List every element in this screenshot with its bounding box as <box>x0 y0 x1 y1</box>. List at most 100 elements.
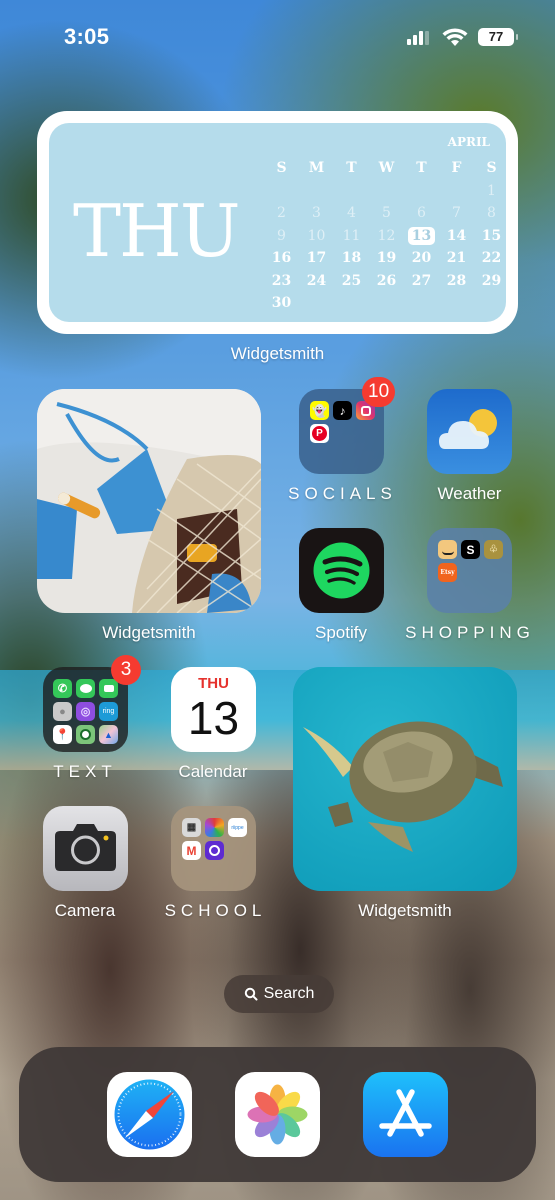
status-bar: 3:05 77 <box>0 0 555 70</box>
fingerprint-app-icon: ◎ <box>76 702 95 721</box>
calendar-widget[interactable]: THU APRIL S M T W T F S 1 2 3 4 5 6 7 8 9 10 11 12 13 14 15 16… <box>37 111 518 334</box>
calendar-weekday-header: W <box>378 160 395 176</box>
search-icon <box>244 987 258 1001</box>
spotify-icon <box>313 542 370 599</box>
safari-icon <box>114 1079 185 1150</box>
calendar-day: 29 <box>481 272 502 289</box>
calendar-day: 25 <box>341 272 362 289</box>
calendar-weekday-header: T <box>346 160 357 176</box>
calendar-empty-cell <box>299 180 334 203</box>
depop-icon: ♧ <box>484 540 503 559</box>
find-my-icon <box>76 725 95 744</box>
calendar-day: 9 <box>277 227 286 244</box>
app-camera-label: Camera <box>54 901 116 920</box>
calendar-day: 5 <box>382 205 391 221</box>
photo-widget-turtle[interactable] <box>293 667 517 891</box>
folder-text-label: TEXT <box>53 762 117 781</box>
dock-safari[interactable] <box>107 1072 192 1157</box>
snapchat-icon: 👻 <box>310 401 329 420</box>
folder-socials-label: SOCIALS <box>288 484 397 503</box>
calendar-day: 4 <box>347 205 356 221</box>
weather-icon <box>439 409 497 449</box>
search-button[interactable]: Search <box>224 975 334 1013</box>
calendar-day: 16 <box>271 250 292 266</box>
maps-icon: ▲ <box>99 725 118 744</box>
calendar-day: 28 <box>446 272 467 289</box>
calendar-day: 21 <box>446 250 467 266</box>
calendar-day: 27 <box>411 272 432 289</box>
calendar-day: 11 <box>342 227 361 244</box>
calendar-day: 17 <box>306 250 327 266</box>
app-spotify-label: Spotify <box>315 623 367 642</box>
calendar-weekday-header: T <box>416 160 427 176</box>
calendar-day: 8 <box>487 205 496 221</box>
tiktok-icon: ♪ <box>333 401 352 420</box>
app-weather[interactable] <box>427 389 512 474</box>
calendar-day: 26 <box>376 272 397 289</box>
calendar-empty-cell <box>439 180 474 203</box>
bikini-photo <box>37 389 261 613</box>
search-label: Search <box>263 985 315 1002</box>
dock-app-store[interactable] <box>363 1072 448 1157</box>
folder-school[interactable]: ▦ riippe M <box>171 806 256 891</box>
calendar-weekday-header: S <box>276 160 287 176</box>
calendar-app-day: THU <box>198 675 229 692</box>
calendar-today: 13 <box>404 225 439 248</box>
calendar-day: 19 <box>376 250 397 266</box>
folder-shopping-label: SHOPPING <box>405 623 535 642</box>
app-weather-label: Weather <box>437 484 502 503</box>
socials-badge: 10 <box>362 377 396 407</box>
calendar-day: 20 <box>411 250 432 266</box>
dock-photos[interactable] <box>235 1072 320 1157</box>
calendar-day: 24 <box>306 272 327 289</box>
photos-icon <box>247 1084 308 1145</box>
calendar-day: 6 <box>417 205 426 221</box>
photo-widget-1-label: Widgetsmith <box>102 623 196 642</box>
photo-widget-2-label: Widgetsmith <box>358 901 452 920</box>
calendar-day: 15 <box>481 227 502 244</box>
app-spotify[interactable] <box>299 528 384 613</box>
calendar-empty-cell <box>264 180 299 203</box>
status-time: 3:05 <box>64 24 110 49</box>
app-calendar-label: Calendar <box>178 762 248 781</box>
calendar-app-date: 13 <box>187 692 240 744</box>
calendar-day: 18 <box>341 250 362 266</box>
calendar-day: 2 <box>277 205 286 221</box>
outlook-icon <box>205 841 224 860</box>
folder-school-label: SCHOOL <box>164 901 267 920</box>
camera-icon <box>55 824 116 871</box>
canva-icon <box>205 818 224 837</box>
google-maps-icon: 📍 <box>53 725 72 744</box>
shein-icon: S <box>461 540 480 559</box>
calendar-weekday-header: F <box>451 160 462 176</box>
turtle-photo <box>293 667 517 891</box>
calendar-day: 1 <box>487 182 496 199</box>
calendar-day: 12 <box>377 227 396 244</box>
etsy-icon: Etsy <box>438 563 457 582</box>
wifi-icon <box>442 28 468 46</box>
calendar-empty-cell <box>334 180 369 203</box>
facetime-icon <box>99 679 118 698</box>
calendar-widget-month: APRIL <box>447 135 490 149</box>
calendar-widget-label: Widgetsmith <box>230 344 325 363</box>
contacts-icon: ● <box>53 702 72 721</box>
calendar-day: 3 <box>312 205 321 221</box>
calendar-day: 22 <box>481 250 502 266</box>
calendar-widget-day: THU <box>73 189 240 273</box>
calendar-day: 23 <box>271 272 292 289</box>
cellular-signal-icon <box>407 30 429 45</box>
app-camera[interactable] <box>43 806 128 891</box>
calendar-empty-cell <box>369 180 404 203</box>
calendar-empty-cell <box>404 180 439 203</box>
photo-widget-bikini[interactable] <box>37 389 261 613</box>
amazon-icon <box>438 540 457 559</box>
calendar-day: 7 <box>452 205 461 221</box>
phone-icon: ✆ <box>53 679 72 698</box>
calendar-day: 10 <box>307 227 326 244</box>
app-calendar[interactable]: THU 13 <box>171 667 256 752</box>
calculator-icon: ▦ <box>182 818 201 837</box>
calendar-day: 14 <box>446 227 467 244</box>
calendar-day: 30 <box>271 295 292 311</box>
folder-shopping[interactable]: S ♧ Etsy <box>427 528 512 613</box>
app-store-icon <box>379 1089 432 1137</box>
